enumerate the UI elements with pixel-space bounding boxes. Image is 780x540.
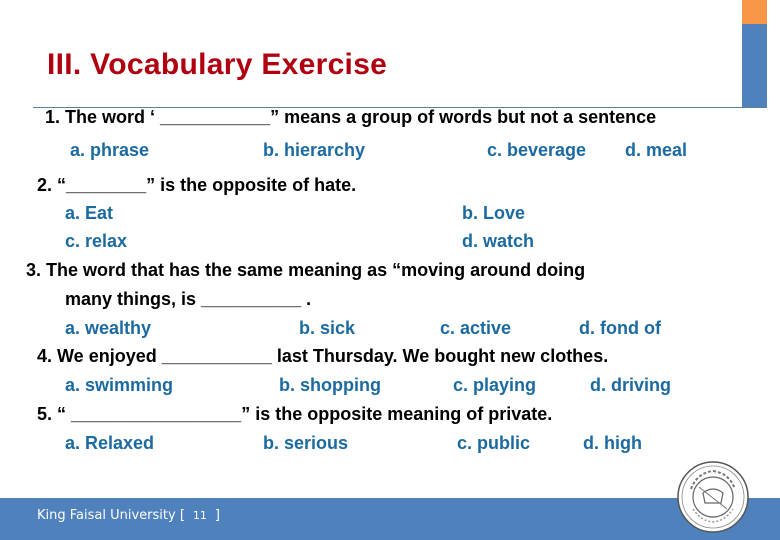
- question-2-option-b: b. Love: [462, 203, 526, 223]
- question-5-option-d: d. high: [583, 433, 642, 453]
- question-4-option-c: c. playing: [453, 375, 537, 395]
- question-3-option-a: a. wealthy: [65, 318, 152, 338]
- question-1-option-a: a. phrase: [70, 140, 150, 160]
- question-1-option-c: c. beverage: [487, 140, 587, 160]
- university-seal-icon: [677, 461, 749, 533]
- accent-bar-blue: [742, 24, 767, 108]
- footer-label: King Faisal University [11]: [37, 508, 220, 523]
- question-4-option-b: b. shopping: [279, 375, 381, 395]
- question-4-option-a: a. swimming: [65, 375, 174, 395]
- question-4-option-d: d. driving: [590, 375, 671, 395]
- question-3-text-line-2: many things, is __________ .: [65, 289, 312, 309]
- question-3-text-line-1: 3. The word that has the same meaning as…: [26, 260, 586, 280]
- slide-title: III. Vocabulary Exercise: [47, 48, 388, 81]
- question-1-text: 1. The word ‘ ___________” means a group…: [45, 107, 657, 127]
- page-number: 11: [192, 509, 207, 522]
- question-2-option-c: c. relax: [65, 231, 128, 251]
- question-1-option-b: b. hierarchy: [263, 140, 366, 160]
- question-2-option-a: a. Eat: [65, 203, 114, 223]
- question-2-text: 2. “________” is the opposite of hate.: [37, 175, 357, 195]
- question-5-text: 5. “ _________________” is the opposite …: [37, 404, 553, 424]
- question-5-option-a: a. Relaxed: [65, 433, 155, 453]
- question-5-option-c: c. public: [457, 433, 531, 453]
- question-2-option-d: d. watch: [462, 231, 535, 251]
- question-1-option-d: d. meal: [625, 140, 688, 160]
- question-3-option-c: c. active: [440, 318, 512, 338]
- footer-university: King Faisal University: [37, 508, 176, 523]
- question-3-option-d: d. fond of: [579, 318, 661, 338]
- question-4-text: 4. We enjoyed ___________ last Thursday.…: [37, 346, 609, 366]
- footer-bracket-close: ]: [214, 508, 220, 523]
- question-5-option-b: b. serious: [263, 433, 349, 453]
- question-3-option-b: b. sick: [299, 318, 356, 338]
- footer-bracket-open: [: [179, 508, 185, 523]
- accent-bar-orange: [742, 0, 767, 24]
